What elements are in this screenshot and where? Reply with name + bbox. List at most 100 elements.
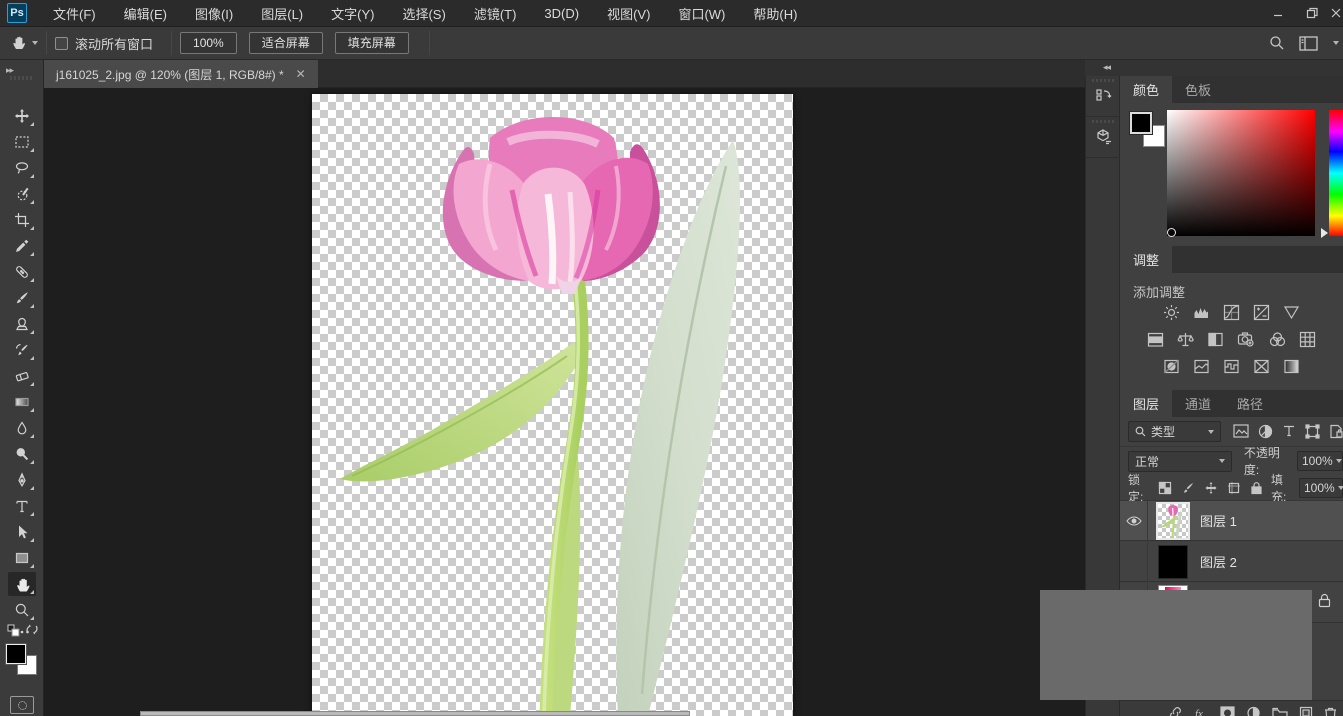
vibrance-icon[interactable] bbox=[1283, 304, 1300, 321]
invert-icon[interactable] bbox=[1163, 358, 1180, 375]
history-panel-icon[interactable] bbox=[1086, 76, 1121, 117]
history-brush-tool[interactable] bbox=[8, 338, 36, 362]
fill-value[interactable]: 100% bbox=[1299, 477, 1343, 498]
canvas-viewport[interactable] bbox=[44, 88, 1085, 716]
filter-shape-layers-icon[interactable] bbox=[1305, 424, 1320, 439]
curves-icon[interactable] bbox=[1223, 304, 1240, 321]
quick-selection-tool[interactable] bbox=[8, 182, 36, 206]
filter-pixel-layers-icon[interactable] bbox=[1233, 424, 1249, 438]
swap-colors-icon[interactable] bbox=[25, 623, 39, 636]
lock-position-icon[interactable] bbox=[1204, 481, 1218, 495]
color-field-picker[interactable] bbox=[1167, 228, 1176, 237]
dock-collapse-header[interactable]: ◂◂ bbox=[1085, 60, 1343, 76]
menu-help[interactable]: 帮助(H) bbox=[739, 0, 811, 27]
default-colors-icon[interactable] bbox=[7, 624, 20, 637]
move-tool[interactable] bbox=[8, 104, 36, 128]
threshold-icon[interactable] bbox=[1223, 358, 1240, 375]
tools-drag-grip[interactable] bbox=[10, 76, 34, 80]
black-white-icon[interactable] bbox=[1207, 331, 1224, 348]
type-tool[interactable] bbox=[8, 494, 36, 518]
new-adjustment-layer-icon[interactable] bbox=[1246, 706, 1261, 716]
tab-color[interactable]: 颜色 bbox=[1120, 76, 1173, 103]
filter-adjustment-layers-icon[interactable] bbox=[1258, 424, 1273, 439]
menu-layer[interactable]: 图层(L) bbox=[247, 0, 317, 27]
pen-tool[interactable] bbox=[8, 468, 36, 492]
brightness-contrast-icon[interactable] bbox=[1163, 304, 1180, 321]
dodge-tool[interactable] bbox=[8, 442, 36, 466]
lock-all-icon[interactable] bbox=[1250, 481, 1263, 495]
layer-row-2[interactable]: 图层 2 bbox=[1120, 541, 1343, 582]
exposure-icon[interactable] bbox=[1253, 304, 1270, 321]
menu-3d[interactable]: 3D(D) bbox=[530, 0, 593, 27]
new-layer-icon[interactable] bbox=[1299, 706, 1313, 716]
fill-screen-button[interactable]: 填充屏幕 bbox=[334, 32, 409, 54]
layer1-visibility-toggle[interactable] bbox=[1120, 500, 1148, 541]
eyedropper-tool[interactable] bbox=[8, 234, 36, 258]
hue-strip[interactable] bbox=[1329, 110, 1343, 236]
rectangle-tool[interactable] bbox=[8, 546, 36, 570]
restore-icon[interactable] bbox=[1295, 0, 1329, 27]
layer2-name[interactable]: 图层 2 bbox=[1200, 552, 1237, 571]
spot-healing-brush-tool[interactable] bbox=[8, 260, 36, 284]
lock-pixels-icon[interactable] bbox=[1181, 481, 1195, 495]
close-icon[interactable] bbox=[1329, 0, 1343, 27]
posterize-icon[interactable] bbox=[1193, 358, 1210, 375]
menu-filter[interactable]: 滤镜(T) bbox=[460, 0, 531, 27]
filter-type-layers-icon[interactable] bbox=[1282, 424, 1296, 438]
quick-mask-mode-button[interactable] bbox=[10, 696, 34, 714]
rectangular-marquee-tool[interactable] bbox=[8, 130, 36, 154]
add-layer-mask-icon[interactable] bbox=[1220, 706, 1235, 716]
document-tab[interactable]: j161025_2.jpg @ 120% (图层 1, RGB/8#) * ✕ bbox=[44, 60, 318, 88]
workspace-switcher-icon[interactable] bbox=[1299, 35, 1319, 51]
image-canvas[interactable] bbox=[312, 94, 793, 716]
path-selection-tool[interactable] bbox=[8, 520, 36, 544]
workspace-caret-icon[interactable] bbox=[1333, 41, 1339, 45]
gradient-tool[interactable] bbox=[8, 390, 36, 414]
foreground-color-swatch[interactable] bbox=[5, 643, 27, 665]
3d-panel-icon[interactable] bbox=[1086, 117, 1121, 158]
lock-artboard-icon[interactable] bbox=[1227, 481, 1241, 495]
color-balance-icon[interactable] bbox=[1177, 331, 1194, 348]
close-tab-icon[interactable]: ✕ bbox=[296, 67, 306, 81]
selective-color-icon[interactable] bbox=[1253, 358, 1270, 375]
new-group-icon[interactable] bbox=[1272, 706, 1288, 716]
color-lookup-icon[interactable] bbox=[1299, 331, 1316, 348]
blur-tool[interactable] bbox=[8, 416, 36, 440]
channel-mixer-icon[interactable] bbox=[1269, 331, 1286, 348]
zoom-100-button[interactable]: 100% bbox=[180, 32, 237, 54]
menu-type[interactable]: 文字(Y) bbox=[317, 0, 388, 27]
collapse-tools-icon[interactable]: ▸▸ bbox=[6, 65, 14, 76]
crop-tool[interactable] bbox=[8, 208, 36, 232]
hand-tool[interactable] bbox=[8, 572, 36, 596]
hue-saturation-icon[interactable] bbox=[1147, 331, 1164, 348]
eraser-tool[interactable] bbox=[8, 364, 36, 388]
clone-stamp-tool[interactable] bbox=[8, 312, 36, 336]
tab-layers[interactable]: 图层 bbox=[1120, 390, 1173, 417]
lock-transparency-icon[interactable] bbox=[1158, 481, 1172, 495]
delete-layer-icon[interactable] bbox=[1324, 706, 1337, 716]
panel-foreground-swatch[interactable] bbox=[1129, 111, 1153, 135]
layer2-thumbnail[interactable] bbox=[1158, 544, 1188, 579]
menu-edit[interactable]: 编辑(E) bbox=[110, 0, 181, 27]
filter-smart-objects-icon[interactable] bbox=[1329, 424, 1343, 439]
tab-channels[interactable]: 通道 bbox=[1172, 390, 1224, 417]
hue-slider-arrow[interactable] bbox=[1321, 228, 1328, 238]
zoom-tool[interactable] bbox=[8, 598, 36, 622]
active-tool-preset[interactable] bbox=[10, 34, 38, 52]
tab-paths[interactable]: 路径 bbox=[1224, 390, 1276, 417]
scroll-all-windows-checkbox[interactable] bbox=[55, 36, 68, 50]
menu-view[interactable]: 视图(V) bbox=[593, 0, 664, 27]
levels-icon[interactable] bbox=[1193, 304, 1210, 321]
menu-select[interactable]: 选择(S) bbox=[388, 0, 459, 27]
layer-filter-type-dropdown[interactable]: 类型 bbox=[1128, 421, 1221, 442]
menu-window[interactable]: 窗口(W) bbox=[664, 0, 739, 27]
lasso-tool[interactable] bbox=[8, 156, 36, 180]
blend-mode-dropdown[interactable]: 正常 bbox=[1128, 450, 1232, 472]
gradient-map-icon[interactable] bbox=[1283, 358, 1300, 375]
brush-tool[interactable] bbox=[8, 286, 36, 310]
photo-filter-icon[interactable] bbox=[1237, 331, 1256, 348]
saturation-brightness-field[interactable] bbox=[1167, 110, 1315, 237]
layer-effects-icon[interactable]: fx bbox=[1194, 706, 1209, 716]
opacity-value[interactable]: 100% bbox=[1297, 451, 1343, 471]
minimize-icon[interactable] bbox=[1261, 0, 1295, 27]
